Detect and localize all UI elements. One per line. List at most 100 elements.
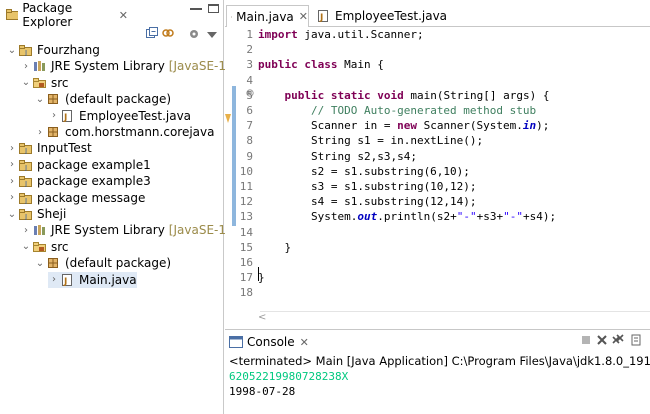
scroll-lock-icon[interactable] (630, 334, 642, 346)
tree-item-label: package example3 (37, 174, 151, 189)
java-file-icon: J (231, 16, 232, 18)
tree-item-label: Main.java (79, 272, 137, 287)
code-line[interactable]: } (258, 240, 291, 255)
editor-tabbar: J Main.java ✕ J EmployeeTest.java (225, 3, 650, 27)
code-line[interactable]: Scanner in = new Scanner(System.in); (258, 118, 549, 133)
view-menu-icon[interactable] (206, 29, 218, 41)
tree-item[interactable]: › Jpackage example3 (6, 173, 151, 189)
code-token: public (258, 58, 298, 72)
expanded-twistie-icon[interactable]: ⌄ (6, 209, 18, 220)
terminate-icon[interactable] (580, 334, 592, 346)
tree-item[interactable]: › JRE System Library [JavaSE-1.8] (20, 58, 242, 74)
maximize-view-icon[interactable] (208, 4, 219, 13)
tree-item-label: JRE System Library (51, 59, 165, 74)
collapsed-twistie-icon[interactable]: › (6, 159, 18, 170)
horizontal-scrollbar[interactable]: < (258, 311, 650, 325)
tree-item[interactable]: › J EmployeeTest.java (48, 108, 191, 124)
link-with-editor-icon[interactable] (162, 27, 174, 39)
minimize-view-icon[interactable] (190, 8, 202, 11)
tree-item[interactable]: › J InputTest (6, 140, 92, 156)
collapsed-twistie-icon[interactable]: › (48, 110, 60, 121)
line-number: 11 (239, 180, 253, 193)
focus-task-icon[interactable] (188, 28, 200, 40)
tree-item-label: Fourzhang (37, 43, 100, 57)
collapsed-twistie-icon[interactable]: › (48, 274, 60, 285)
tree-item[interactable]: › JRE System Library [JavaSE-1.8] (20, 222, 242, 238)
expanded-twistie-icon[interactable]: ⌄ (34, 94, 46, 105)
expanded-twistie-icon[interactable]: ⌄ (6, 45, 18, 56)
close-icon[interactable]: ✕ (119, 9, 128, 22)
svg-text:J: J (24, 147, 27, 154)
tab-main-java[interactable]: J Main.java ✕ (226, 5, 309, 27)
editor-area: J Main.java ✕ J EmployeeTest.java 123456… (225, 0, 650, 329)
tree-item[interactable]: ⌄ (default package) (34, 255, 171, 271)
expanded-twistie-icon[interactable]: ⌄ (20, 77, 32, 88)
remove-launch-icon[interactable] (596, 334, 608, 346)
console-toolbar (580, 334, 650, 348)
code-line[interactable]: s4 = s1.substring(12,14); (258, 194, 477, 209)
collapsed-twistie-icon[interactable]: › (20, 225, 32, 236)
line-number: 4 (246, 73, 253, 87)
code-line[interactable]: String s2,s3,s4; (258, 149, 417, 164)
tree-item[interactable]: ⌄ J Sheji (6, 206, 66, 222)
code-token: // TODO Auto-generated method stub (310, 104, 537, 117)
code-token: main(String[] args) { (403, 88, 550, 102)
code-token: .println(s2+ (377, 210, 457, 224)
tree-item[interactable]: › Jpackage example1 (6, 157, 151, 173)
code-line[interactable]: System.out.println(s2+"-"+s3+"-"+s4); (258, 209, 556, 224)
tree-item[interactable]: ⌄ (default package) (34, 91, 171, 107)
remove-all-terminated-icon[interactable] (612, 334, 624, 346)
tree-item-label: (default package) (65, 256, 172, 271)
tree-item[interactable]: › Jpackage message (6, 190, 145, 206)
package-icon (48, 258, 58, 269)
package-explorer-tab[interactable]: Package Explorer ✕ (2, 1, 128, 29)
collapsed-twistie-icon[interactable]: › (6, 176, 18, 187)
svg-text:J: J (24, 49, 27, 56)
code-token: +s4); (522, 210, 557, 224)
line-number: 7 (246, 119, 253, 133)
close-icon[interactable]: ✕ (299, 10, 308, 23)
tab-employeetest-java[interactable]: J EmployeeTest.java (313, 5, 453, 27)
code-line[interactable]: // TODO Auto-generated method stub (258, 103, 536, 118)
code-line[interactable]: String s1 = in.nextLine(); (258, 133, 483, 148)
code-token: out (357, 210, 378, 224)
warning-marker-icon[interactable] (225, 113, 231, 125)
expanded-twistie-icon[interactable]: ⌄ (20, 241, 32, 252)
code-token: class (304, 58, 338, 72)
expanded-twistie-icon[interactable]: ⌄ (34, 258, 46, 269)
code-token: ); (536, 119, 550, 133)
code-line[interactable]: public static void main(String[] args) { (258, 88, 550, 103)
close-icon[interactable]: ✕ (300, 336, 309, 349)
code-token: +s3+ (476, 210, 504, 224)
collapsed-twistie-icon[interactable]: › (6, 192, 18, 203)
tree-item[interactable]: ⌄ J Fourzhang (6, 42, 100, 58)
tree-item-label: src (51, 75, 69, 90)
svg-text:J: J (63, 277, 67, 286)
code-line[interactable]: s2 = s1.substring(6,10); (258, 164, 470, 179)
collapse-all-icon[interactable] (146, 27, 158, 39)
collapsed-twistie-icon[interactable]: › (20, 61, 32, 72)
code-token: Scanner in = (258, 119, 398, 133)
tree-item-label: Sheji (37, 207, 67, 221)
tree-item[interactable]: › com.horstmann.corejava (34, 124, 214, 140)
source-folder-icon (33, 77, 46, 88)
svg-text:J: J (319, 13, 323, 22)
collapsed-twistie-icon[interactable]: › (34, 127, 46, 138)
text-caret (258, 267, 259, 281)
tree-item[interactable]: ⌄ src (20, 75, 69, 91)
scroll-left-icon[interactable]: < (258, 312, 266, 323)
code-line[interactable]: import java.util.Scanner; (258, 27, 424, 42)
code-line[interactable]: public class Main { (258, 57, 384, 72)
tree-item-label: package example1 (37, 157, 151, 172)
code-token: String s1 = in.nextLine(); (258, 134, 484, 148)
tab-console[interactable]: Console ✕ (229, 332, 309, 352)
tree-item-label: InputTest (37, 141, 92, 156)
library-icon (34, 61, 45, 72)
collapsed-twistie-icon[interactable]: › (6, 143, 18, 154)
tree-item[interactable]: ⌄ src (20, 239, 69, 255)
code-line[interactable]: s3 = s1.substring(10,12); (258, 179, 477, 194)
java-file-icon: J (62, 273, 72, 286)
line-number: 17 (239, 271, 253, 285)
code-token: "-" (456, 210, 477, 224)
tree-item[interactable]: › J Main.java (48, 271, 137, 288)
